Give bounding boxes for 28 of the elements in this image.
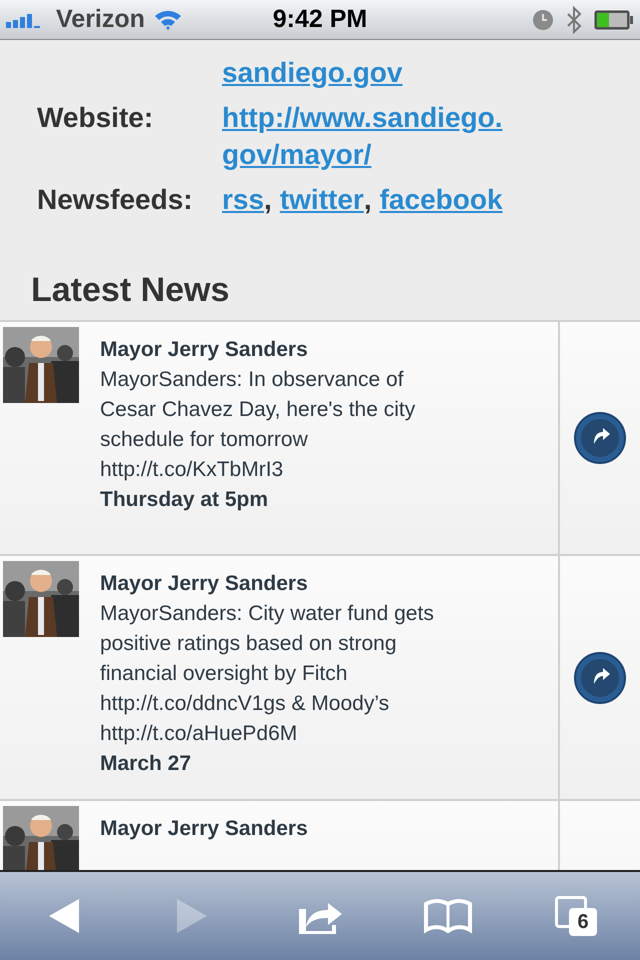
- news-item[interactable]: Mayor Jerry Sanders MayorSanders: City water fund gets positive ratings based on strong financial oversight by Fitch http://t.co/ddncV1gs & Moody’s http://t.co/aHuePd6M March 27: [0, 556, 640, 801]
- clock-time: 9:42 PM: [272, 5, 368, 34]
- alarm-icon: [532, 8, 554, 30]
- author-name: Mayor Jerry Sanders: [100, 571, 309, 597]
- link[interactable]: facebook: [380, 181, 503, 218]
- news-text: MayorSanders: In observance of Cesar Chavez Day, here's the city schedule for tomorrow http://t.co/KxTbMrI3: [100, 367, 416, 483]
- back-icon[interactable]: [47, 897, 81, 935]
- link[interactable]: twitter: [280, 181, 364, 218]
- link[interactable]: gov/mayor/: [222, 136, 372, 173]
- news-text: MayorSanders: City water fund gets positive ratings based on strong financial oversight by Fitch http://t.co/ddncV1gs & Moody’s http://t.co/aHuePd6M: [100, 601, 435, 747]
- separator-comma: ,: [364, 183, 372, 217]
- news-date: Thursday at 5pm: [100, 487, 270, 513]
- section-heading: Latest News: [31, 270, 230, 310]
- news-date: March 27: [100, 751, 192, 777]
- field-label: Website:: [37, 102, 154, 133]
- carrier-name: Verizon: [56, 5, 145, 34]
- author-name: Mayor Jerry Sanders: [100, 337, 309, 363]
- book-icon[interactable]: [423, 898, 473, 934]
- news-item[interactable]: Mayor Jerry Sanders MayorSanders: In observance of Cesar Chavez Day, here's the city schedule for tomorrow http://t.co/KxTbMrI3 Thursday at 5pm: [0, 322, 640, 556]
- bluetooth-icon: [566, 6, 582, 34]
- news-item[interactable]: Mayor Jerry Sanders: [0, 801, 640, 870]
- link[interactable]: http://www.sandiego.: [222, 99, 503, 136]
- link[interactable]: sandiego.gov: [222, 54, 402, 91]
- separator-comma: ,: [264, 183, 272, 217]
- battery-icon: [594, 8, 634, 30]
- link[interactable]: rss: [222, 181, 264, 218]
- author-name: Mayor Jerry Sanders: [100, 816, 309, 842]
- field-label: Newsfeeds:: [37, 184, 193, 215]
